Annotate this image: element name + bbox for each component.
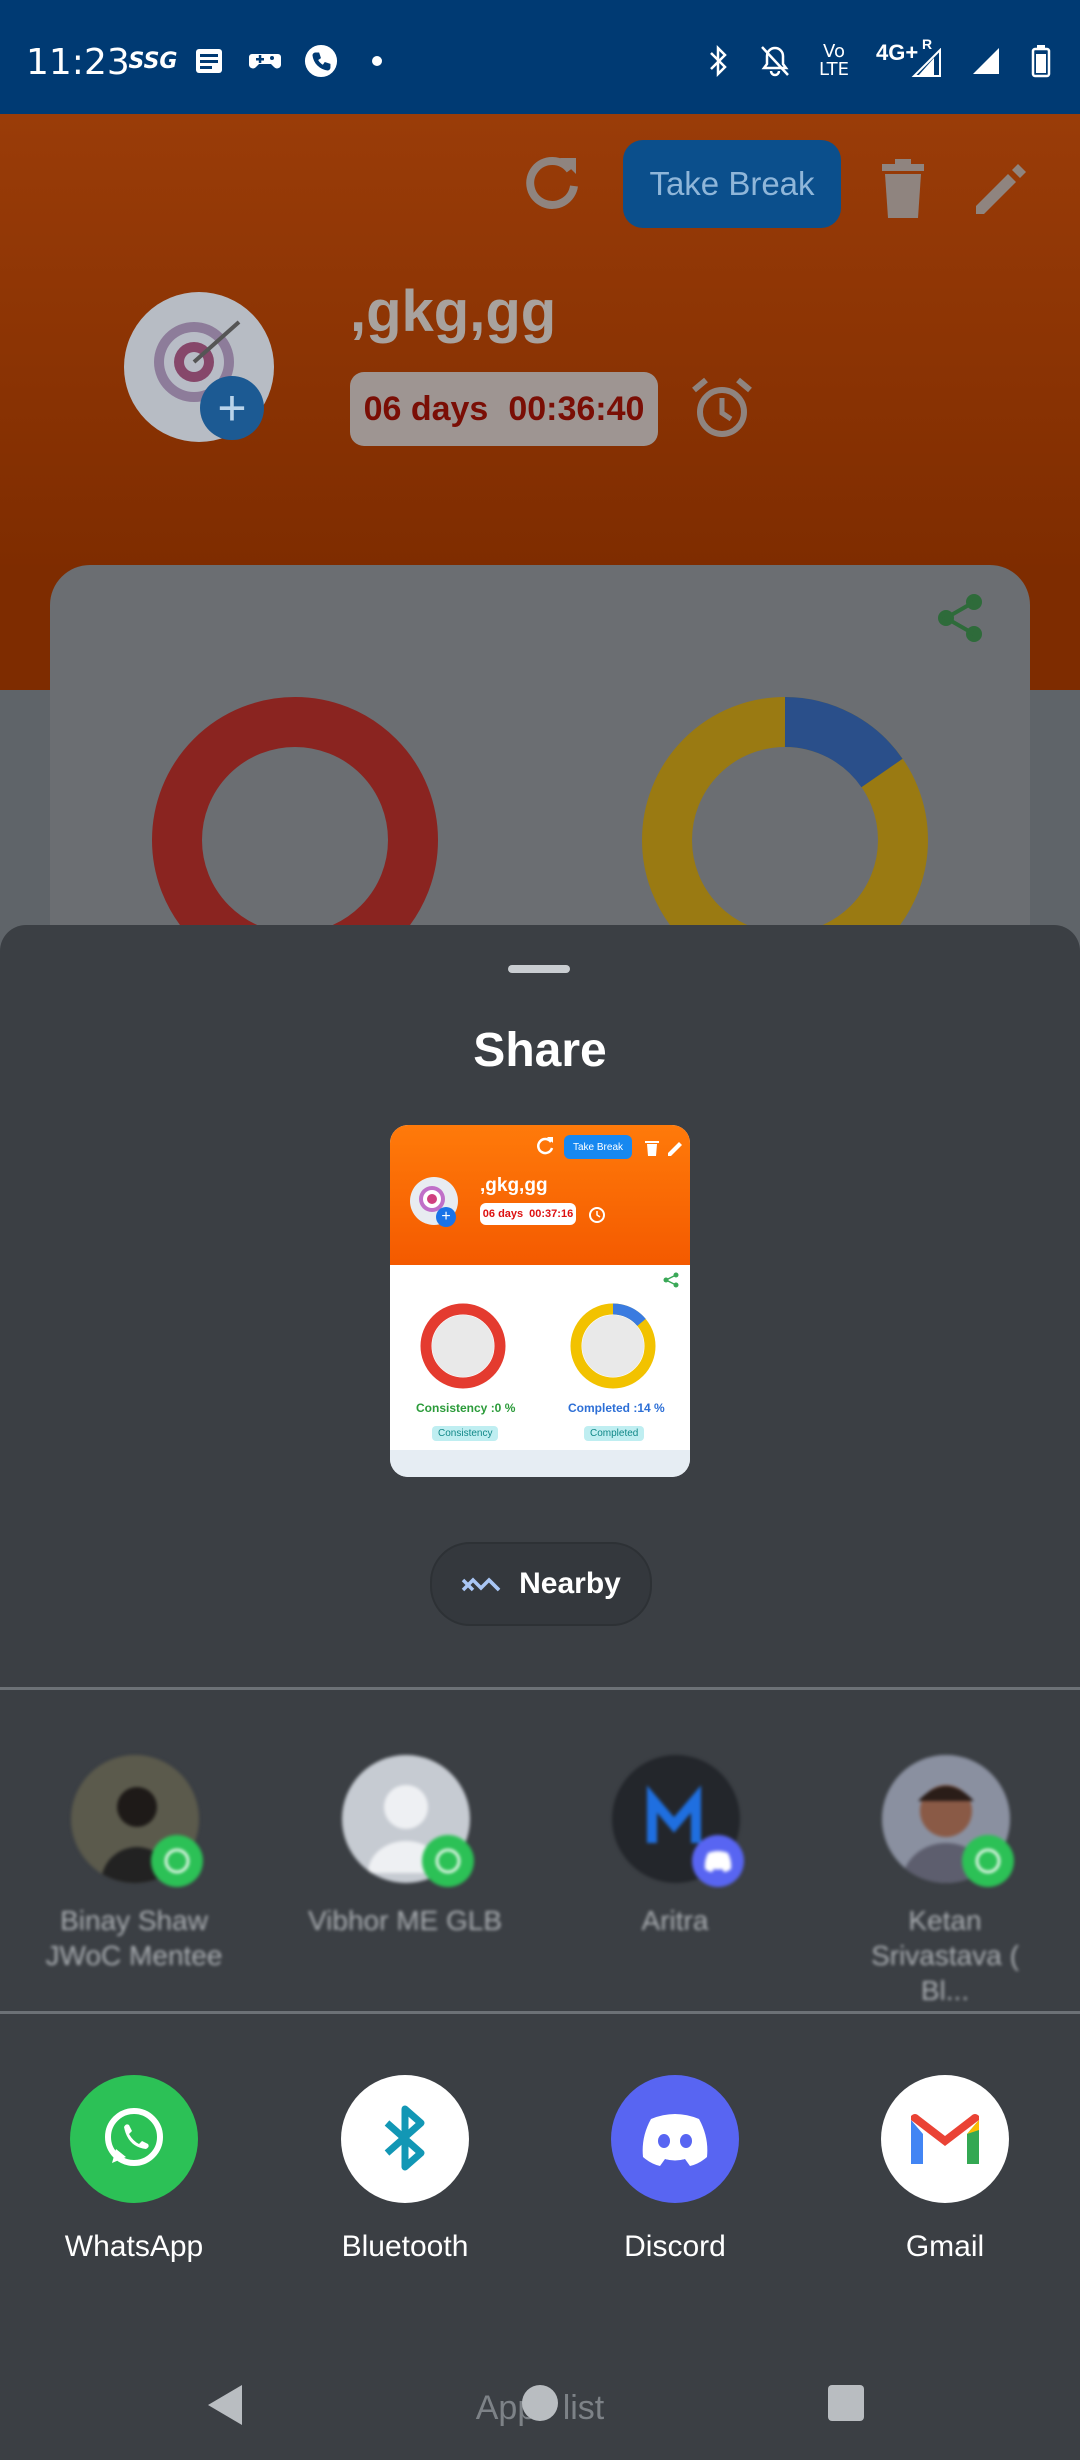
share-title: Share bbox=[473, 1024, 607, 1077]
drag-handle[interactable] bbox=[508, 965, 570, 973]
contact-name: Vibhor ME GLB bbox=[307, 1905, 503, 1936]
home-icon[interactable] bbox=[522, 2385, 558, 2421]
whatsapp-badge-icon bbox=[422, 1835, 474, 1887]
preview-alarm-icon bbox=[589, 1207, 605, 1223]
app-label: Gmail bbox=[905, 2230, 985, 2263]
share-preview-image: Take Break + ,gkg,gg 06 days 00:37:16 Co… bbox=[390, 1125, 690, 1477]
system-icons: Vo LTE 4G+ R bbox=[702, 36, 1058, 80]
gmail-icon bbox=[881, 2075, 1009, 2203]
whatsapp-badge-icon bbox=[151, 1835, 203, 1887]
timer-pill: 06 days 00:36:40 bbox=[350, 372, 658, 446]
news-icon bbox=[192, 44, 226, 78]
status-bar: 11:23 SSG Vo LTE 4G+ R bbox=[0, 0, 1080, 114]
volte-icon: Vo LTE bbox=[819, 41, 849, 80]
timer-time: 00:36:40 bbox=[508, 389, 645, 428]
add-photo-icon[interactable]: + bbox=[200, 376, 264, 440]
app-label: WhatsApp bbox=[64, 2230, 204, 2263]
preview-completed-chip: Completed bbox=[584, 1426, 645, 1441]
goal-title: ,gkg,gg bbox=[350, 279, 557, 344]
delete-icon[interactable] bbox=[878, 158, 928, 225]
dot-icon bbox=[360, 44, 394, 78]
share-apps-row: WhatsApp Bluetooth Discord Gmail bbox=[0, 2075, 1080, 2295]
ssg-app-icon: SSG bbox=[128, 48, 178, 74]
nearby-label: Nearby bbox=[519, 1567, 621, 1600]
app-label: Discord bbox=[624, 2230, 726, 2263]
preview-timer-days: 06 days bbox=[482, 1208, 524, 1220]
preview-share-icon bbox=[663, 1272, 679, 1288]
preview-consistency-ring bbox=[420, 1303, 506, 1389]
preview-title: ,gkg,gg bbox=[480, 1175, 548, 1196]
nearby-share-icon bbox=[461, 1577, 501, 1592]
cell-signal-icon bbox=[968, 44, 1002, 78]
whatsapp-icon bbox=[70, 2075, 198, 2203]
contact-name: Ketan Srivastava ( Bl... bbox=[871, 1905, 1019, 2006]
contact-name: Binay Shaw JWoC Mentee bbox=[45, 1905, 223, 1971]
notification-icons: SSG bbox=[128, 44, 394, 78]
navigation-bar: Apps list bbox=[0, 2345, 1080, 2460]
preview-edit-icon bbox=[668, 1142, 682, 1156]
phone-call-icon bbox=[304, 44, 338, 78]
take-break-button[interactable]: Take Break bbox=[623, 140, 841, 228]
bluetooth-icon bbox=[341, 2075, 469, 2203]
contact-name: Aritra bbox=[641, 1905, 709, 1936]
preview-take-break: Take Break bbox=[564, 1135, 632, 1159]
bluetooth-status-icon bbox=[702, 44, 736, 78]
preview-completed-ring bbox=[570, 1303, 656, 1389]
completed-ring-chart bbox=[642, 697, 928, 925]
recents-icon[interactable] bbox=[828, 2385, 864, 2421]
discord-badge-icon bbox=[692, 1835, 744, 1887]
preview-consistency-chip: Consistency bbox=[432, 1426, 499, 1441]
timer-days: 06 days bbox=[363, 389, 489, 428]
refresh-icon[interactable] bbox=[520, 150, 586, 221]
preview-consistency-label: Consistency :0 % bbox=[416, 1401, 516, 1415]
divider bbox=[0, 2011, 1080, 2014]
divider bbox=[0, 1687, 1080, 1690]
preview-add-icon: + bbox=[436, 1207, 456, 1227]
game-controller-icon bbox=[248, 44, 282, 78]
share-icon[interactable] bbox=[932, 590, 988, 651]
app-label: Bluetooth bbox=[341, 2230, 469, 2263]
edit-icon[interactable] bbox=[970, 156, 1034, 225]
battery-icon bbox=[1024, 44, 1058, 78]
direct-share-contacts: Binay Shaw JWoC Mentee Vibhor ME GLB Ari… bbox=[0, 1745, 1080, 2006]
notifications-off-icon bbox=[758, 44, 792, 78]
preview-delete-icon bbox=[645, 1141, 659, 1156]
consistency-ring-chart bbox=[152, 697, 438, 925]
signal-icon: 4G+ R bbox=[876, 36, 946, 78]
preview-completed-label: Completed :14 % bbox=[568, 1401, 665, 1415]
nearby-share-button[interactable]: Nearby bbox=[430, 1542, 652, 1626]
discord-icon bbox=[611, 2075, 739, 2203]
share-sheet: Share Take Break + ,gkg,gg 06 days 00:37… bbox=[0, 925, 1080, 2345]
preview-footer bbox=[390, 1450, 690, 1477]
alarm-icon[interactable] bbox=[688, 374, 756, 447]
preview-timer-time: 00:37:16 bbox=[529, 1208, 574, 1220]
preview-refresh-icon bbox=[537, 1137, 554, 1155]
whatsapp-badge-icon bbox=[962, 1835, 1014, 1887]
preview-timer: 06 days 00:37:16 bbox=[480, 1203, 576, 1225]
status-time: 11:23 bbox=[26, 42, 130, 83]
